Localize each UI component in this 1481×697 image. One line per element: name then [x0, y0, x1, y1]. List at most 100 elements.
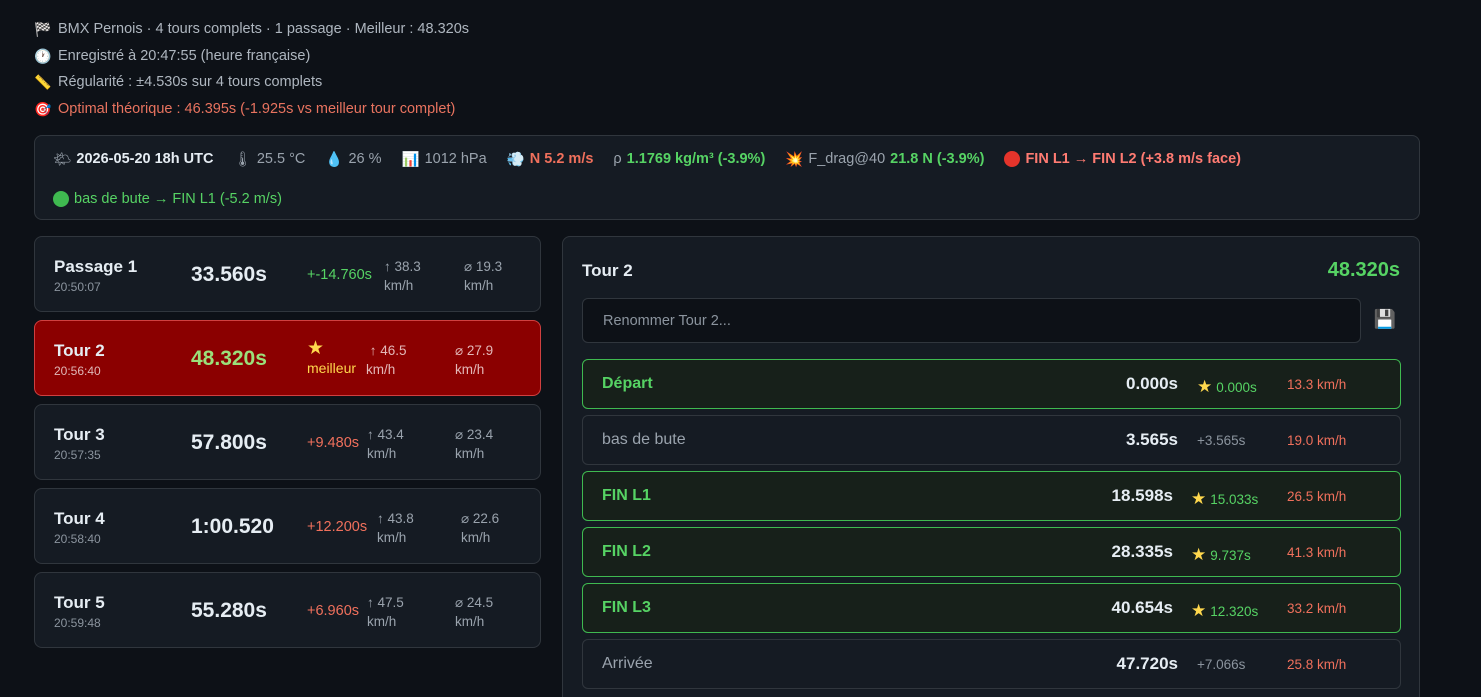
summary-line-recorded: 🕐 Enregistré à 20:47:55 (heure française…: [34, 43, 469, 70]
split-time: 3.565s: [1126, 430, 1178, 449]
split-row-bas-de-bute: bas de bute 3.565s +3.565s 19.0 km/h: [582, 415, 1401, 465]
split-name: FIN L2: [602, 543, 651, 560]
split-time: 47.720s: [1116, 654, 1178, 673]
lap-card-tour-3[interactable]: Tour 3 20:57:35 57.800s +9.480s ↑ 43.4 km…: [34, 404, 541, 480]
detail-title: Tour 2: [582, 261, 633, 280]
lap-time: 55.280s: [191, 599, 267, 622]
rename-lap-input[interactable]: [582, 298, 1361, 343]
split-list: Départ 0.000s ★ 0.000s 13.3 km/h bas de b…: [582, 359, 1401, 695]
weather-wind: 💨 N 5.2 m/s: [506, 151, 594, 168]
split-speed: 13.3 km/h: [1287, 377, 1347, 392]
collision-icon: 💥: [785, 151, 804, 168]
split-row-depart: Départ 0.000s ★ 0.000s 13.3 km/h: [582, 359, 1401, 409]
split-row-fin-l3: FIN L3 40.654s ★ 12.320s 33.2 km/h: [582, 583, 1401, 633]
lap-clock: 20:57:35: [54, 448, 101, 462]
split-time: 0.000s: [1126, 374, 1178, 393]
split-name: FIN L3: [602, 599, 651, 616]
lap-avg-speed: ⌀ 23.4 km/h: [455, 427, 494, 461]
weather-pressure: 📊 1012 hPa: [401, 151, 487, 168]
session-summary: 🏁 BMX Pernois · 4 tours complets · 1 pas…: [34, 16, 469, 123]
droplet-icon: 💧: [325, 151, 344, 168]
bar-chart-icon: 📊: [401, 151, 420, 168]
lap-card-tour-4[interactable]: Tour 4 20:58:40 1:00.520 +12.200s ↑ 43.8…: [34, 488, 541, 564]
weather-density: ρ 1.1769 kg/m³ (-3.9%): [613, 151, 766, 167]
lap-card-tour-5[interactable]: Tour 5 20:59:48 55.280s +6.960s ↑ 47.5 km…: [34, 572, 541, 648]
weather-datetime: 🌤 2026-05-20 18h UTC: [53, 151, 214, 168]
weather-humidity: 💧 26 %: [325, 151, 382, 168]
lap-delta: +-14.760s: [307, 267, 372, 283]
summary-line-regularity: 📏 Régularité : ±4.530s sur 4 tours compl…: [34, 69, 469, 96]
lap-avg-speed: ⌀ 24.5 km/h: [455, 595, 494, 629]
lap-card-tour-2[interactable]: Tour 2 20:56:40 48.320s ★ meilleur ↑ 46.5…: [34, 320, 541, 396]
split-row-fin-l1: FIN L1 18.598s ★ 15.033s 26.5 km/h: [582, 471, 1401, 521]
lap-clock: 20:50:07: [54, 280, 101, 294]
lap-delta: +12.200s: [307, 519, 368, 535]
weather-headwind: FIN L1 → FIN L2 (+3.8 m/s face): [1004, 151, 1241, 167]
star-icon: ★: [1197, 377, 1213, 396]
lap-max-speed: ↑ 43.4 km/h: [367, 427, 404, 461]
summary-line-optimal: 🎯 Optimal théorique : 46.395s (-1.925s v…: [34, 96, 469, 123]
split-time: 28.335s: [1111, 542, 1173, 561]
lap-max-speed: ↑ 46.5 km/h: [366, 343, 407, 377]
lap-avg-speed: ⌀ 27.9 km/h: [455, 343, 494, 377]
star-icon: ★: [1191, 601, 1207, 620]
red-circle-icon: [1004, 151, 1021, 167]
lap-clock: 20:59:48: [54, 616, 101, 630]
lap-time: 57.800s: [191, 431, 267, 454]
thermometer-icon: 🌡: [233, 151, 252, 168]
lap-name: Tour 5: [54, 593, 105, 612]
split-delta: +3.565s: [1197, 433, 1246, 448]
lap-time: 1:00.520: [191, 515, 274, 538]
lap-delta: +6.960s: [307, 603, 360, 619]
floppy-disk-icon[interactable]: 💾: [1373, 309, 1397, 333]
best-lap-badge: ★ meilleur: [307, 338, 357, 376]
detail-total-time: 48.320s: [1327, 259, 1400, 281]
split-speed: 19.0 km/h: [1287, 433, 1347, 448]
split-time: 40.654s: [1111, 598, 1173, 617]
weather-tailwind: bas de bute → FIN L1 (-5.2 m/s): [53, 191, 282, 207]
split-delta: ★ 15.033s: [1191, 489, 1259, 508]
split-row-fin-l2: FIN L2 28.335s ★ 9.737s 41.3 km/h: [582, 527, 1401, 577]
split-time: 18.598s: [1111, 486, 1173, 505]
lap-time: 33.560s: [191, 263, 267, 286]
ruler-icon: 📏: [34, 74, 52, 91]
split-name: Départ: [602, 375, 653, 392]
split-speed: 41.3 km/h: [1287, 545, 1347, 560]
lap-max-speed: ↑ 38.3 km/h: [384, 259, 421, 293]
split-row-arrivee: Arrivée 47.720s +7.066s 25.8 km/h: [582, 639, 1401, 689]
wind-icon: 💨: [506, 151, 525, 168]
lap-clock: 20:58:40: [54, 532, 101, 546]
split-delta: +7.066s: [1197, 657, 1246, 672]
split-name: FIN L1: [602, 487, 651, 504]
split-speed: 25.8 km/h: [1287, 657, 1347, 672]
split-delta: ★ 9.737s: [1191, 545, 1251, 564]
split-name: bas de bute: [602, 431, 686, 448]
lap-avg-speed: ⌀ 19.3 km/h: [464, 259, 503, 293]
clock-icon: 🕐: [34, 47, 52, 64]
weather-drag: 💥 F_drag@40 21.8 N (-3.9%): [785, 151, 985, 168]
lap-detail-panel: Tour 2 48.320s 💾 Départ 0.000s ★0.000s 1…: [562, 236, 1420, 697]
lap-clock: 20:56:40: [54, 364, 101, 378]
split-speed: 26.5 km/h: [1287, 489, 1347, 504]
green-circle-icon: [53, 191, 69, 207]
summary-line-session: 🏁 BMX Pernois · 4 tours complets · 1 pas…: [34, 16, 469, 43]
star-icon: ★: [1191, 489, 1207, 508]
lap-delta: +9.480s: [307, 435, 360, 451]
checkered-flag-icon: 🏁: [34, 21, 52, 37]
split-name: Arrivée: [602, 655, 653, 672]
split-delta: ★ 0.000s: [1197, 377, 1257, 396]
lap-max-speed: ↑ 47.5 km/h: [367, 595, 404, 629]
lap-time: 48.320s: [191, 347, 267, 370]
lap-list: Passage 1 20:50:07 33.560s +-14.760s ↑ 3…: [34, 236, 541, 656]
lap-name: Tour 4: [54, 509, 105, 528]
lap-card-passage-1[interactable]: Passage 1 20:50:07 33.560s +-14.760s ↑ 3…: [34, 236, 541, 312]
sun-cloud-icon: 🌤: [53, 151, 72, 168]
lap-name: Tour 3: [54, 425, 105, 444]
split-delta: ★ 12.320s: [1191, 601, 1259, 620]
weather-temperature: 🌡 25.5 °C: [233, 151, 306, 168]
star-icon: ★: [307, 338, 325, 359]
lap-name: Passage 1: [54, 257, 138, 276]
star-icon: ★: [1191, 545, 1207, 564]
lap-avg-speed: ⌀ 22.6 km/h: [461, 511, 500, 545]
lap-max-speed: ↑ 43.8 km/h: [377, 511, 414, 545]
